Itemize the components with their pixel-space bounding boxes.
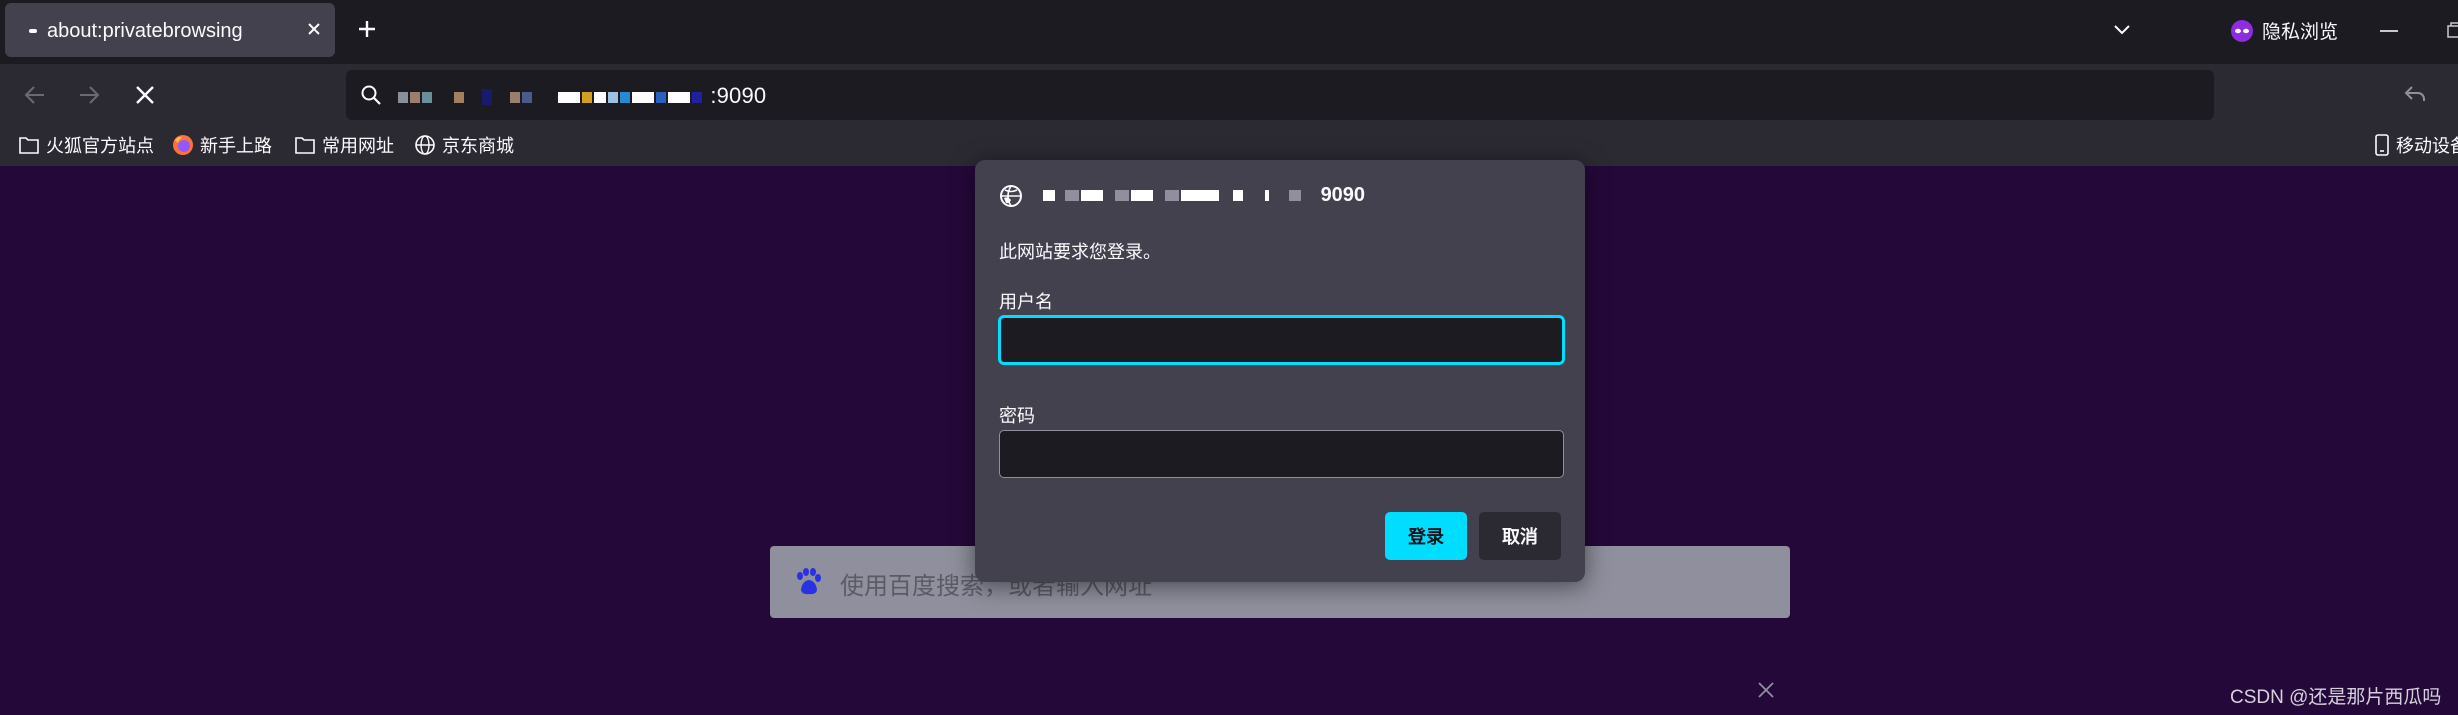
bookmark-mobile-devices[interactable]: 移动设备 — [2374, 132, 2458, 158]
tab-strip: about:privatebrowsing 隐私浏览 — [0, 0, 2458, 64]
private-mask-icon — [2230, 19, 2254, 43]
close-icon[interactable] — [1756, 680, 1776, 700]
stop-loading-icon[interactable] — [132, 82, 158, 108]
navigation-bar: :9090 — [0, 64, 2458, 126]
login-button[interactable]: 登录 — [1385, 512, 1467, 560]
bookmark-label: 京东商城 — [442, 136, 514, 156]
firefox-icon — [172, 134, 194, 156]
redacted-host — [1043, 184, 1321, 206]
watermark: CSDN @还是那片西瓜吗 — [2230, 687, 2442, 708]
bookmark-jd-mall[interactable]: 京东商城 — [414, 132, 514, 158]
bookmark-label: 新手上路 — [200, 136, 272, 156]
bookmark-common-sites[interactable]: 常用网址 — [294, 132, 394, 158]
password-field[interactable] — [999, 430, 1564, 478]
bookmark-getting-started[interactable]: 新手上路 — [172, 132, 272, 158]
bookmark-label: 常用网址 — [322, 136, 394, 156]
private-label: 隐私浏览 — [2262, 22, 2339, 43]
username-label: 用户名 — [999, 292, 1053, 312]
site-globe-icon — [999, 184, 1023, 208]
undo-icon[interactable] — [2403, 82, 2427, 106]
url-text: :9090 — [398, 83, 766, 109]
tab-title: about:privatebrowsing — [47, 20, 243, 42]
folder-icon — [294, 135, 316, 155]
close-tab-icon[interactable] — [305, 20, 323, 38]
private-browsing-indicator: 隐私浏览 — [2230, 17, 2338, 44]
login-dialog: 9090 此网站要求您登录。 用户名 密码 登录 取消 — [975, 160, 1585, 582]
username-field[interactable] — [999, 316, 1564, 364]
chevron-down-icon[interactable] — [2112, 20, 2132, 40]
url-port: :9090 — [710, 83, 767, 108]
dialog-port: 9090 — [1320, 184, 1366, 206]
restore-window-icon[interactable] — [2447, 22, 2458, 38]
folder-icon — [18, 135, 40, 155]
dialog-message: 此网站要求您登录。 — [999, 242, 1161, 262]
cancel-button[interactable]: 取消 — [1479, 512, 1561, 560]
bookmark-firefox-official[interactable]: 火狐官方站点 — [18, 132, 154, 158]
redacted-host — [398, 83, 710, 108]
dialog-host: 9090 — [1043, 184, 1365, 207]
bookmark-label: 移动设备 — [2396, 136, 2458, 156]
baidu-paw-icon — [792, 566, 824, 598]
back-icon[interactable] — [22, 82, 48, 108]
tab-loading-icon — [29, 29, 37, 33]
password-label: 密码 — [999, 406, 1035, 426]
search-icon — [360, 84, 382, 106]
new-tab-icon[interactable] — [355, 17, 379, 41]
forward-icon[interactable] — [76, 82, 102, 108]
tab-private-browsing[interactable]: about:privatebrowsing — [5, 3, 335, 57]
globe-icon — [414, 134, 436, 156]
bookmark-label: 火狐官方站点 — [46, 136, 154, 156]
url-bar[interactable]: :9090 — [346, 70, 2214, 120]
mobile-device-icon — [2374, 134, 2390, 156]
minimize-icon[interactable] — [2380, 30, 2398, 32]
